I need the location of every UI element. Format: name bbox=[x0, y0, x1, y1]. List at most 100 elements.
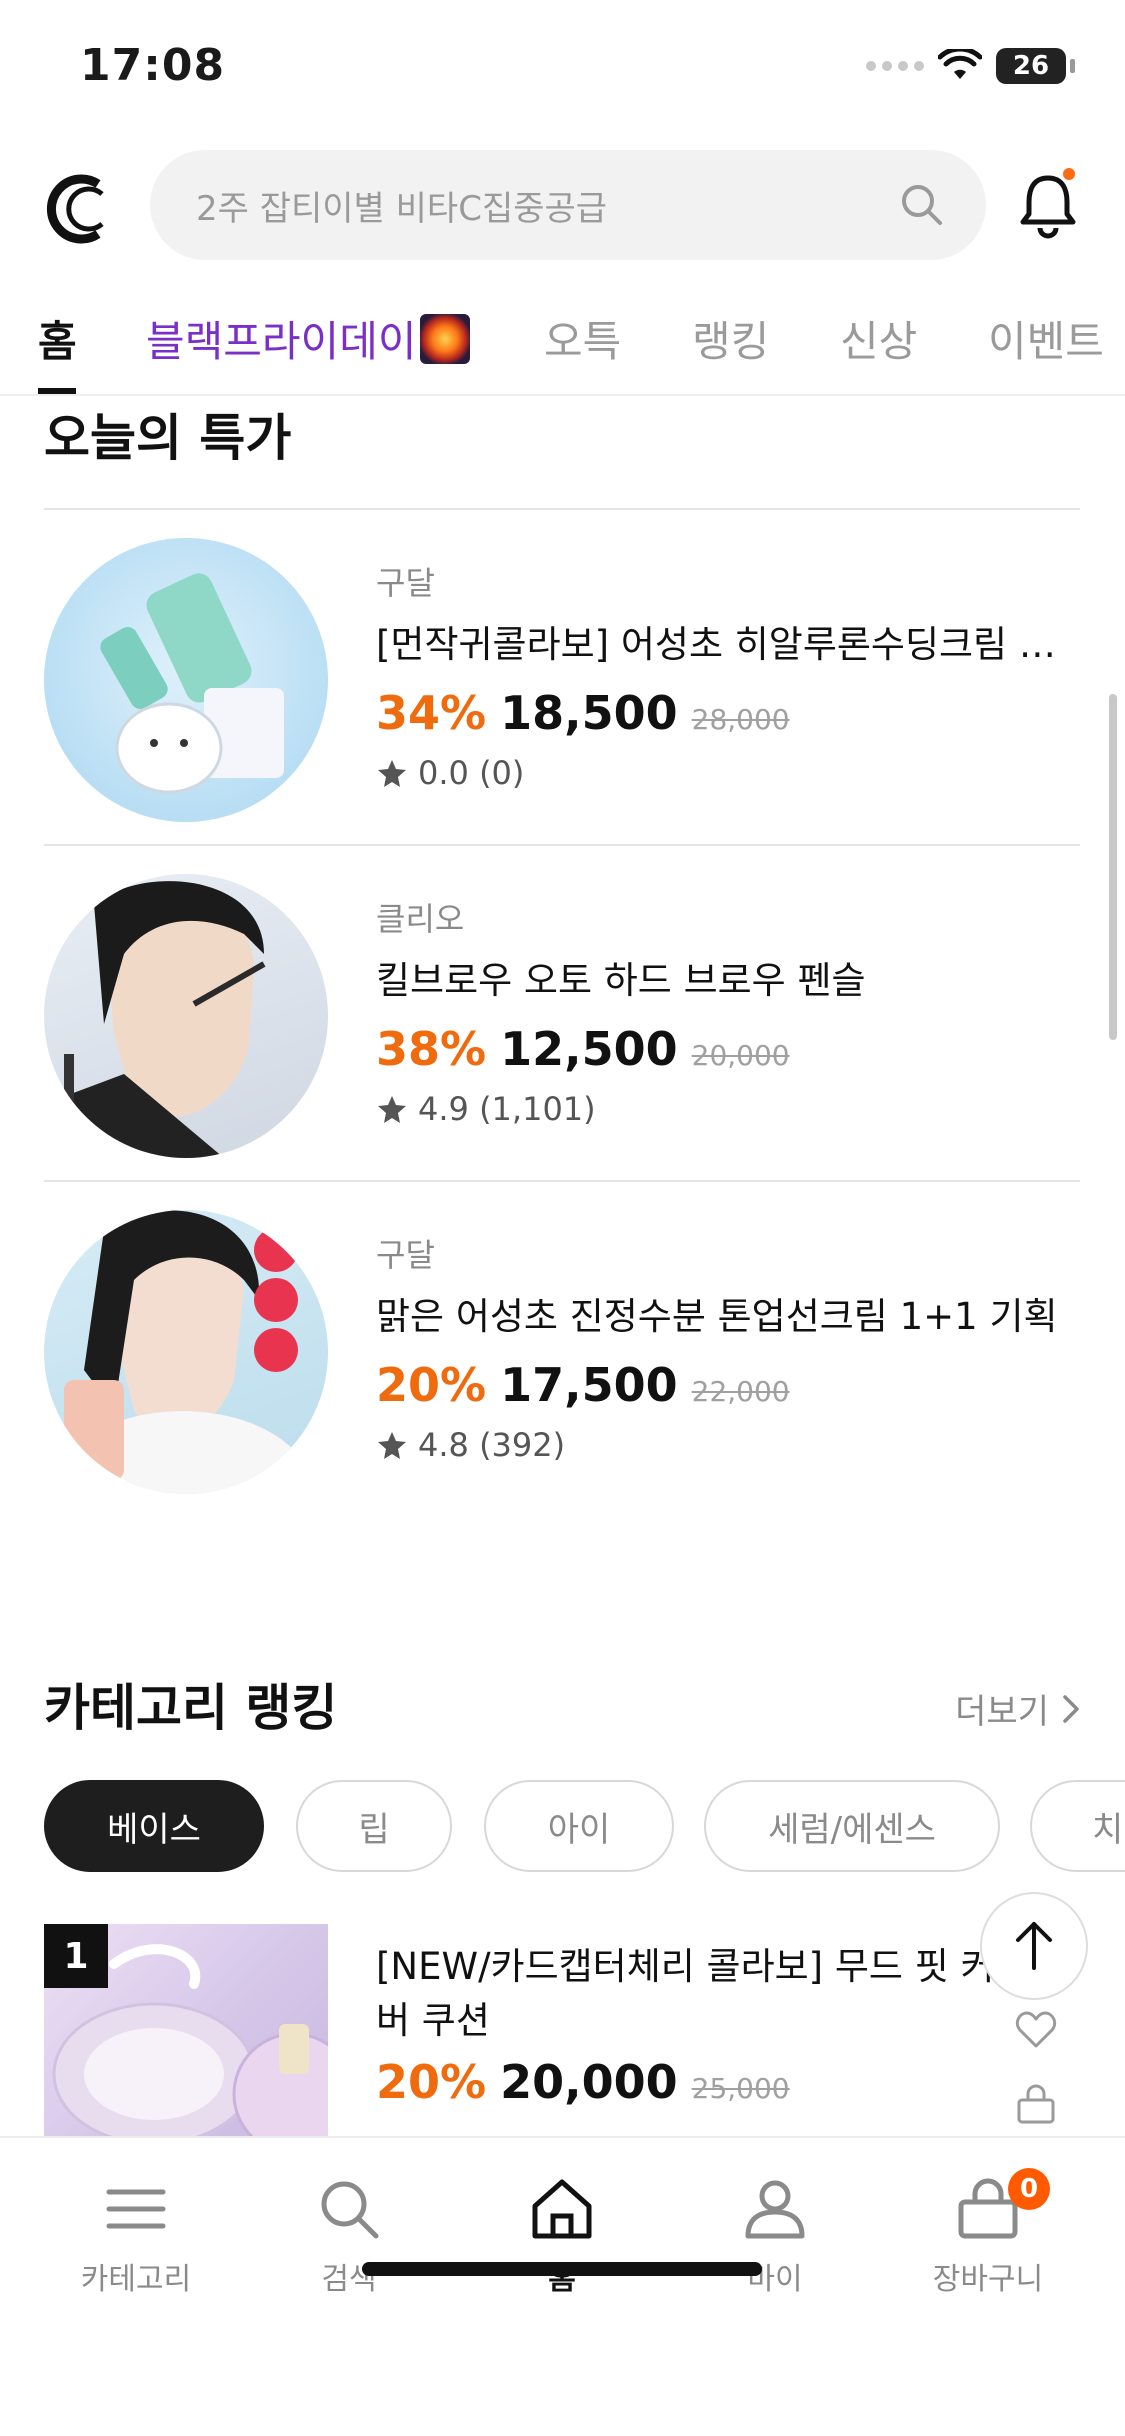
status-bar: 17:08 26 bbox=[0, 0, 1125, 140]
rating-value: 4.9 (1,101) bbox=[418, 1090, 596, 1128]
more-label: 더보기 bbox=[955, 1692, 1049, 1732]
product-info: [NEW/카드캡터체리 콜라보] 무드 핏 커버 쿠션 20% 20,000 2… bbox=[376, 1940, 1016, 2123]
product-brand: 구달 bbox=[376, 1236, 435, 1274]
firework-icon bbox=[420, 314, 471, 364]
star-icon bbox=[378, 760, 406, 787]
nav-search[interactable]: 검색 bbox=[249, 2174, 449, 2298]
product-image bbox=[44, 874, 328, 1158]
home-indicator bbox=[362, 2262, 762, 2276]
scrollbar-thumb[interactable] bbox=[1109, 694, 1117, 1040]
product-info: 클리오 킬브로우 오토 하드 브로우 펜슬 38% 12,500 20,000 … bbox=[376, 894, 1080, 1128]
tab-ranking[interactable]: 랭킹 bbox=[692, 308, 769, 369]
scroll-top-button[interactable] bbox=[980, 1892, 1088, 2000]
price-row: 38% 12,500 20,000 bbox=[376, 1022, 1080, 1076]
tab-new[interactable]: 신상 bbox=[840, 308, 917, 369]
menu-icon bbox=[106, 2189, 166, 2229]
cart-count-badge: 0 bbox=[1008, 2168, 1050, 2210]
nav-label: 장바구니 bbox=[932, 2262, 1044, 2297]
battery-indicator: 26 bbox=[996, 48, 1066, 84]
price-row: 20% 17,500 22,000 bbox=[376, 1358, 1080, 1412]
original-price: 25,000 bbox=[691, 2072, 790, 2106]
product-name: [NEW/카드캡터체리 콜라보] 무드 핏 커버 쿠션 bbox=[376, 1945, 995, 2042]
nav-label: 홈 bbox=[548, 2262, 576, 2297]
notification-button[interactable] bbox=[1015, 168, 1081, 240]
product-info: 구달 맑은 어성초 진정수분 톤업선크림 1+1 기획 20% 17,500 2… bbox=[376, 1230, 1080, 1464]
price-row: 34% 18,500 28,000 bbox=[376, 686, 1080, 740]
chip-eye[interactable]: 아이 bbox=[484, 1780, 674, 1872]
rating-value: 0.0 (0) bbox=[418, 754, 525, 792]
tab-special-today[interactable]: 오특 bbox=[544, 308, 621, 369]
chevron-right-icon bbox=[1063, 1694, 1079, 1723]
cart-add-icon[interactable] bbox=[1015, 2084, 1057, 2124]
product-image: 1 bbox=[44, 1924, 328, 2144]
status-icons: 26 bbox=[866, 48, 1075, 84]
brand-logo[interactable] bbox=[40, 170, 118, 248]
deal-item[interactable]: 구달 맑은 어성초 진정수분 톤업선크림 1+1 기획 20% 17,500 2… bbox=[44, 1180, 1080, 1516]
section-title-todays-deal: 오늘의 특가 bbox=[44, 409, 292, 467]
header: 2주 잡티이별 비타C집중공급 bbox=[0, 150, 1125, 260]
search-placeholder: 2주 잡티이별 비타C집중공급 bbox=[196, 188, 608, 229]
category-chips: 베이스 립 아이 세럼/에센스 치 bbox=[44, 1780, 1125, 1872]
notification-dot bbox=[1063, 168, 1075, 180]
nav-label: 마이 bbox=[747, 2262, 803, 2297]
more-link[interactable]: 더보기 bbox=[955, 1684, 1081, 1733]
nav-cart[interactable]: 장바구니 0 bbox=[888, 2168, 1088, 2298]
bell-icon bbox=[1020, 175, 1076, 239]
nav-label: 검색 bbox=[321, 2262, 377, 2297]
tab-home[interactable]: 홈 bbox=[38, 308, 77, 369]
arrow-up-icon bbox=[1016, 1922, 1052, 1970]
signal-icon bbox=[866, 61, 924, 71]
app-screen: 17:08 26 2주 잡티이별 비타C집중공급 홈 블랙프라이데이 오특 랭킹… bbox=[0, 0, 1125, 2436]
product-brand: 클리오 bbox=[376, 900, 465, 938]
nav-my[interactable]: 마이 bbox=[675, 2174, 875, 2298]
product-image bbox=[44, 538, 328, 822]
search-icon bbox=[321, 2181, 379, 2239]
chip-lip[interactable]: 립 bbox=[296, 1780, 452, 1872]
rank-badge: 1 bbox=[44, 1924, 108, 1988]
product-name: 킬브로우 오토 하드 브로우 펜슬 bbox=[376, 959, 866, 1002]
product-info: 구달 [먼작귀콜라보] 어성초 히알루론수딩크림 … 34% 18,500 28… bbox=[376, 558, 1080, 792]
nav-category[interactable]: 카테고리 bbox=[36, 2174, 236, 2298]
category-ranking-header: 카테고리 랭킹 더보기 bbox=[44, 1668, 1081, 1738]
product-image bbox=[44, 1210, 328, 1494]
star-icon bbox=[378, 1432, 406, 1459]
discount-rate: 20% bbox=[376, 2055, 487, 2110]
search-icon[interactable] bbox=[898, 181, 946, 229]
rating: 0.0 (0) bbox=[376, 754, 1080, 792]
sale-price: 12,500 bbox=[500, 1022, 678, 1076]
deal-list: 구달 [먼작귀콜라보] 어성초 히알루론수딩크림 … 34% 18,500 28… bbox=[44, 508, 1080, 1516]
chip-serum[interactable]: 세럼/에센스 bbox=[704, 1780, 1000, 1872]
product-brand: 구달 bbox=[376, 564, 435, 602]
rating: 4.8 (392) bbox=[376, 1426, 1080, 1464]
rating: 4.9 (1,101) bbox=[376, 1090, 1080, 1128]
original-price: 22,000 bbox=[691, 1375, 790, 1408]
discount-rate: 34% bbox=[376, 686, 487, 740]
product-name: [먼작귀콜라보] 어성초 히알루론수딩크림 … bbox=[376, 623, 1056, 666]
original-price: 28,000 bbox=[691, 703, 790, 736]
ranking-item[interactable]: 1 [NEW/카드캡터체리 콜라보] 무드 핏 커버 쿠션 20% 20,000… bbox=[44, 1924, 1081, 2144]
product-name: 맑은 어성초 진정수분 톤업선크림 1+1 기획 bbox=[376, 1295, 1058, 1338]
chip-base[interactable]: 베이스 bbox=[44, 1780, 264, 1872]
search-bar[interactable]: 2주 잡티이별 비타C집중공급 bbox=[150, 150, 986, 260]
active-tab-indicator bbox=[38, 388, 76, 394]
sale-price: 17,500 bbox=[500, 1358, 678, 1412]
star-icon bbox=[378, 1096, 406, 1123]
tab-event[interactable]: 이벤트 bbox=[988, 308, 1104, 369]
product-actions bbox=[1015, 2010, 1057, 2124]
deal-item[interactable]: 구달 [먼작귀콜라보] 어성초 히알루론수딩크림 … 34% 18,500 28… bbox=[44, 508, 1080, 844]
chip-partial[interactable]: 치 bbox=[1030, 1780, 1125, 1872]
person-icon bbox=[745, 2180, 805, 2239]
tab-black-friday[interactable]: 블랙프라이데이 bbox=[146, 308, 471, 369]
wifi-icon bbox=[938, 49, 982, 79]
bottom-nav: 카테고리 검색 홈 마이 장바구니 0 bbox=[0, 2136, 1125, 2436]
sale-price: 18,500 bbox=[500, 686, 678, 740]
rating-value: 4.8 (392) bbox=[418, 1426, 566, 1464]
discount-rate: 20% bbox=[376, 1358, 487, 1412]
nav-home[interactable]: 홈 bbox=[462, 2174, 662, 2298]
home-icon bbox=[532, 2179, 592, 2239]
deal-item[interactable]: 클리오 킬브로우 오토 하드 브로우 펜슬 38% 12,500 20,000 … bbox=[44, 844, 1080, 1180]
heart-icon[interactable] bbox=[1015, 2010, 1057, 2050]
section-title-category-ranking: 카테고리 랭킹 bbox=[44, 1679, 338, 1737]
tab-black-friday-label: 블랙프라이데이 bbox=[146, 317, 417, 366]
status-time: 17:08 bbox=[80, 40, 226, 91]
